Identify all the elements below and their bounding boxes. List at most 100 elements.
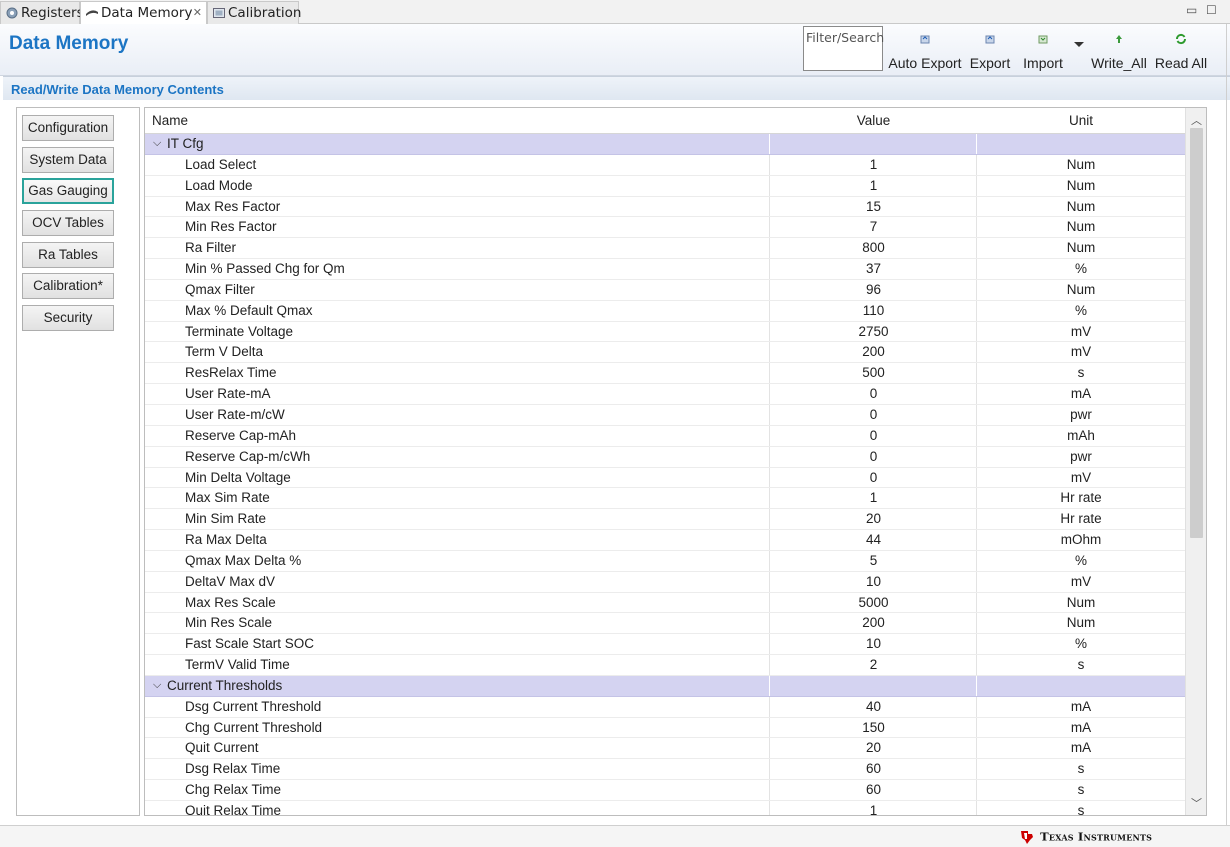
row-value[interactable]: 37	[770, 259, 977, 279]
row-value[interactable]: 10	[770, 634, 977, 654]
nav-calibration-button[interactable]: Calibration*	[22, 273, 114, 299]
nav-ocv-tables-button[interactable]: OCV Tables	[22, 210, 114, 236]
row-value[interactable]: 44	[770, 530, 977, 550]
row-value[interactable]: 20	[770, 509, 977, 529]
row-value[interactable]: 5	[770, 551, 977, 571]
table-row[interactable]: Min Res Scale 200 Num	[145, 613, 1185, 635]
table-group-row[interactable]: ⌵ Current Thresholds	[145, 675, 1185, 697]
row-value[interactable]: 0	[770, 405, 977, 425]
import-button[interactable]: Import	[1020, 33, 1066, 71]
row-value[interactable]: 200	[770, 613, 977, 633]
column-header-unit[interactable]: Unit	[977, 108, 1185, 134]
minimize-icon[interactable]: ▭	[1186, 3, 1197, 17]
row-value[interactable]: 2	[770, 655, 977, 675]
table-row[interactable]: User Rate-m/cW 0 pwr	[145, 405, 1185, 426]
row-name: Load Mode	[185, 177, 253, 193]
row-value[interactable]: 200	[770, 342, 977, 362]
table-row[interactable]: Qmax Max Delta % 5%	[145, 551, 1185, 572]
table-row[interactable]: Qmax Filter 96 Num	[145, 280, 1185, 301]
row-value[interactable]: 0	[770, 447, 977, 467]
nav-system-data-button[interactable]: System Data	[22, 147, 114, 173]
row-value[interactable]: 60	[770, 780, 977, 800]
table-row[interactable]: Max Sim Rate 1 Hr rate	[145, 488, 1185, 510]
row-value[interactable]: 60	[770, 759, 977, 779]
vertical-scrollbar[interactable]: ︿ ﹀	[1185, 108, 1206, 815]
tab-label: Calibration	[228, 5, 302, 21]
scrollbar-thumb[interactable]	[1190, 128, 1203, 538]
table-row[interactable]: Fast Scale Start SOC 10%	[145, 634, 1185, 656]
tab-calibration[interactable]: Calibration	[207, 1, 302, 24]
table-row[interactable]: Terminate Voltage 2750 mV	[145, 322, 1185, 343]
nav-security-button[interactable]: Security	[22, 305, 114, 331]
row-value[interactable]: 0	[770, 426, 977, 446]
column-header-name[interactable]: Name	[152, 108, 188, 134]
row-value[interactable]: 0	[770, 468, 977, 488]
table-row[interactable]: Min % Passed Chg for Qm 37%	[145, 259, 1185, 280]
table-row[interactable]: TermV Valid Time 2 s	[145, 655, 1185, 676]
table-row[interactable]: DeltaV Max dV 10 mV	[145, 572, 1185, 593]
import-dropdown-arrow-icon[interactable]	[1074, 42, 1084, 47]
export-button[interactable]: Export	[968, 33, 1012, 71]
write-all-icon	[1116, 35, 1122, 43]
table-row[interactable]: ResRelax Time 500 s	[145, 363, 1185, 385]
row-value[interactable]: 5000	[770, 593, 977, 613]
row-value[interactable]: 150	[770, 718, 977, 738]
row-value[interactable]: 96	[770, 280, 977, 300]
table-row[interactable]: Min Res Factor 7 Num	[145, 217, 1185, 239]
row-unit: s	[1077, 657, 1085, 673]
scroll-up-icon[interactable]: ︿	[1191, 112, 1202, 128]
table-row[interactable]: Min Sim Rate 20 Hr rate	[145, 509, 1185, 531]
table-row[interactable]: Dsg Relax Time 60 s	[145, 759, 1185, 781]
nav-ra-tables-button[interactable]: Ra Tables	[22, 242, 114, 268]
row-value[interactable]: 20	[770, 738, 977, 758]
row-value[interactable]: 1	[770, 155, 977, 175]
row-value[interactable]: 1	[770, 176, 977, 196]
table-row[interactable]: Reserve Cap-m/cWh 0 pwr	[145, 447, 1185, 468]
table-row[interactable]: Reserve Cap-mAh 0 mAh	[145, 426, 1185, 447]
row-value[interactable]: 15	[770, 197, 977, 217]
maximize-icon[interactable]: ☐	[1206, 3, 1217, 17]
tab-registers[interactable]: Registers	[0, 1, 84, 24]
row-unit: mOhm	[1060, 532, 1102, 548]
tab-data-memory[interactable]: Data Memory ✕	[80, 1, 207, 25]
table-row[interactable]: User Rate-mA 0 mA	[145, 384, 1185, 405]
nav-configuration-button[interactable]: Configuration	[22, 115, 114, 141]
table-row[interactable]: Chg Current Threshold 150 mA	[145, 718, 1185, 739]
write-all-button[interactable]: Write_All	[1090, 33, 1148, 71]
row-value[interactable]: 800	[770, 238, 977, 258]
close-icon[interactable]: ✕	[193, 2, 202, 24]
table-group-row[interactable]: ⌵ IT Cfg	[145, 134, 1185, 155]
row-value[interactable]: 7	[770, 217, 977, 237]
table-row[interactable]: Chg Relax Time 60 s	[145, 780, 1185, 801]
table-row[interactable]: Max % Default Qmax 110%	[145, 301, 1185, 322]
filter-search-input[interactable]: Filter/Search	[803, 26, 884, 71]
table-row[interactable]: Max Res Factor 15 Num	[145, 197, 1185, 218]
table-row[interactable]: Ra Max Delta 44 mOhm	[145, 530, 1185, 551]
table-row[interactable]: Max Res Scale 5000 Num	[145, 593, 1185, 614]
table-row[interactable]: Load Select 1 Num	[145, 155, 1185, 176]
column-header-value[interactable]: Value	[770, 108, 977, 134]
table-row[interactable]: Load Mode 1 Num	[145, 176, 1185, 197]
row-value[interactable]: 1	[770, 488, 977, 508]
row-value[interactable]: 0	[770, 384, 977, 404]
row-value[interactable]: 110	[770, 301, 977, 321]
chevron-down-icon[interactable]: ⌵	[153, 137, 161, 150]
read-all-button[interactable]: Read All	[1154, 33, 1208, 71]
table-row[interactable]: Term V Delta 200 mV	[145, 342, 1185, 364]
row-value[interactable]: 10	[770, 572, 977, 592]
table-row[interactable]: Quit Current 20 mA	[145, 738, 1185, 760]
row-value[interactable]: 500	[770, 363, 977, 383]
nav-gas-gauging-button[interactable]: Gas Gauging	[22, 178, 114, 204]
table-row[interactable]: Quit Relax Time 1 s	[145, 801, 1185, 815]
table-row[interactable]: Dsg Current Threshold 40 mA	[145, 697, 1185, 718]
row-value[interactable]: 40	[770, 697, 977, 717]
table-row[interactable]: Min Delta Voltage 0 mV	[145, 468, 1185, 489]
table-row[interactable]: Ra Filter 800 Num	[145, 238, 1185, 260]
row-name: Min Res Scale	[185, 615, 273, 631]
scroll-down-icon[interactable]: ﹀	[1191, 795, 1202, 811]
row-unit: mAh	[1067, 427, 1095, 443]
chevron-down-icon[interactable]: ⌵	[153, 679, 161, 692]
row-value[interactable]: 2750	[770, 322, 977, 342]
row-value[interactable]: 1	[770, 801, 977, 815]
auto-export-button[interactable]: Auto Export	[888, 33, 962, 71]
